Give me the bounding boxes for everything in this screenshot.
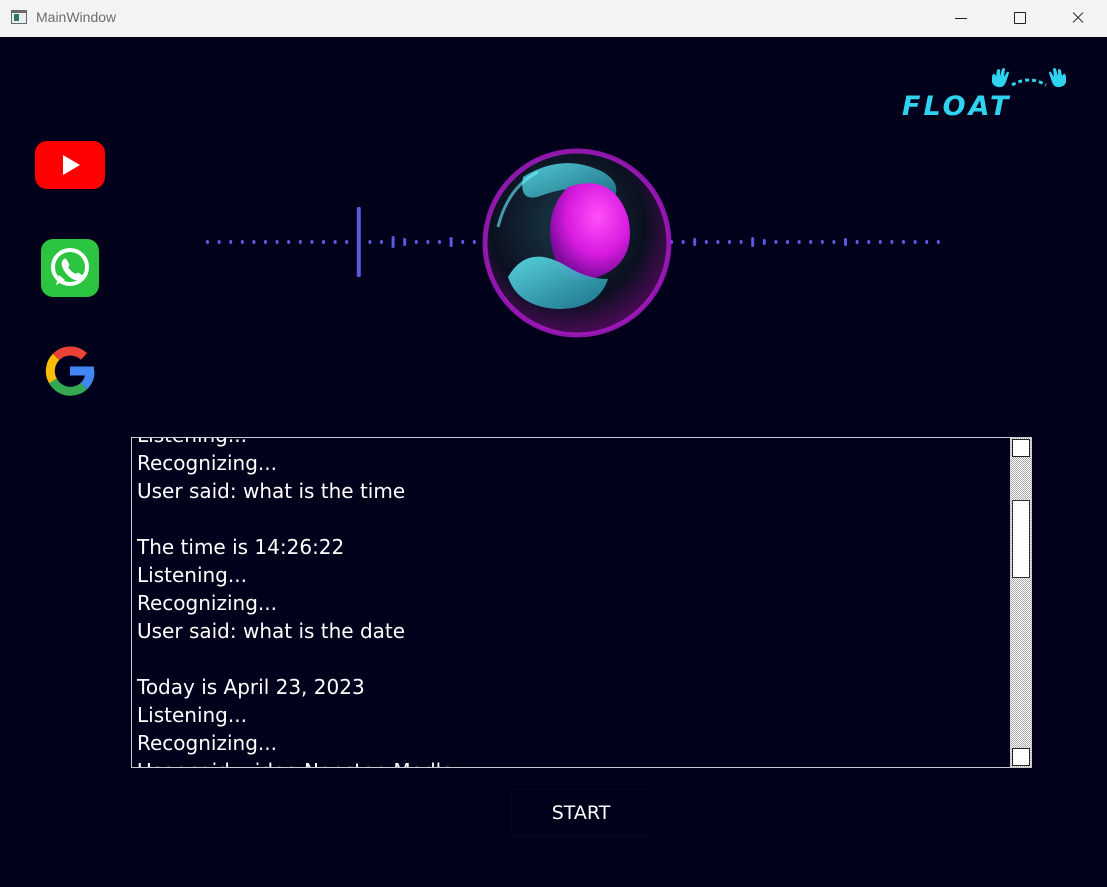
wave-bar xyxy=(693,238,697,246)
wave-bar xyxy=(797,240,801,244)
voice-orb-icon xyxy=(482,148,672,338)
wave-bar xyxy=(275,240,279,244)
wave-bar xyxy=(739,240,743,244)
log-line: Listening... xyxy=(137,703,247,727)
wave-bar xyxy=(762,239,766,245)
log-line: The time is 14:26:22 xyxy=(137,535,345,559)
wave-bar xyxy=(264,240,267,244)
wave-bar xyxy=(449,237,453,247)
scroll-thumb[interactable] xyxy=(1012,500,1030,578)
start-button[interactable]: START xyxy=(511,789,651,837)
wave-bar xyxy=(391,236,395,248)
wave-bar xyxy=(380,240,383,244)
wave-bar xyxy=(809,240,813,244)
whatsapp-icon xyxy=(41,239,99,297)
wave-bar xyxy=(229,240,233,244)
wave-bar xyxy=(438,240,441,244)
close-button[interactable] xyxy=(1054,0,1100,37)
wave-bar xyxy=(913,240,917,244)
wave-bar xyxy=(217,240,221,244)
youtube-icon xyxy=(35,141,105,189)
wave-bar xyxy=(786,240,789,244)
maximize-button[interactable] xyxy=(996,0,1042,37)
wave-bar xyxy=(855,240,859,244)
wave-bar xyxy=(936,240,940,244)
wave-bar xyxy=(356,207,361,277)
log-line: User said: what is the date xyxy=(137,619,406,643)
wave-bar xyxy=(322,240,325,244)
log-line: Today is April 23, 2023 xyxy=(137,675,365,699)
wave-bar xyxy=(426,240,430,244)
wave-bar xyxy=(902,240,905,244)
log-line: User said: what is the time xyxy=(137,479,406,503)
sidebar-item-whatsapp[interactable] xyxy=(22,220,118,316)
wave-bar xyxy=(206,240,209,244)
log-lines: Listening... Recognizing... User said: wha… xyxy=(137,438,1007,767)
logo-text: FLOAT xyxy=(902,91,1011,119)
wave-bar xyxy=(774,240,778,244)
scroll-down-button[interactable] xyxy=(1012,748,1030,766)
wave-bar xyxy=(704,240,708,244)
wave-bar xyxy=(716,240,720,244)
minimize-button[interactable] xyxy=(938,0,984,37)
wave-bar xyxy=(345,240,349,244)
log-line: Recognizing... xyxy=(137,451,277,475)
wave-bar xyxy=(832,240,836,244)
wave-bar xyxy=(461,240,465,244)
wave-bar xyxy=(333,240,337,244)
wave-bar xyxy=(368,240,372,244)
log-line: User said: video Nonstop Medley xyxy=(137,757,1007,767)
wave-bar xyxy=(240,240,244,244)
wave-bar xyxy=(925,240,929,244)
wave-bar xyxy=(403,238,407,246)
log-output[interactable]: Listening... Recognizing... User said: wha… xyxy=(131,437,1032,768)
wave-bar xyxy=(820,240,824,244)
wave-bar xyxy=(298,240,302,244)
main-panel: FLOAT Recognizing... User said: what is … xyxy=(0,37,1107,887)
wave-bar xyxy=(472,240,476,244)
vertical-scrollbar[interactable] xyxy=(1010,438,1031,767)
log-line: Recognizing... xyxy=(137,731,277,755)
wave-bar xyxy=(890,240,894,244)
log-line: Listening... xyxy=(137,438,1007,449)
log-line: Recognizing... xyxy=(137,591,277,615)
wave-bar xyxy=(728,240,731,244)
sidebar-item-google[interactable] xyxy=(22,323,118,419)
wave-bar xyxy=(844,238,847,246)
app-icon xyxy=(11,10,27,24)
title-bar: MainWindow xyxy=(0,0,1107,37)
log-line: Listening... xyxy=(137,563,247,587)
sidebar-item-youtube[interactable] xyxy=(22,117,118,213)
wave-bar xyxy=(681,240,685,244)
wave-bar xyxy=(878,240,882,244)
google-icon xyxy=(45,346,95,396)
wave-bar xyxy=(252,240,256,244)
float-logo: FLOAT xyxy=(902,68,1066,119)
wave-bar xyxy=(414,240,418,244)
wave-bar xyxy=(751,237,755,247)
window-title: MainWindow xyxy=(36,9,117,25)
scroll-up-button[interactable] xyxy=(1012,439,1030,457)
wave-bar xyxy=(867,240,871,244)
hands-icon xyxy=(992,68,1066,88)
wave-bar xyxy=(287,240,291,244)
wave-bar xyxy=(310,240,314,244)
